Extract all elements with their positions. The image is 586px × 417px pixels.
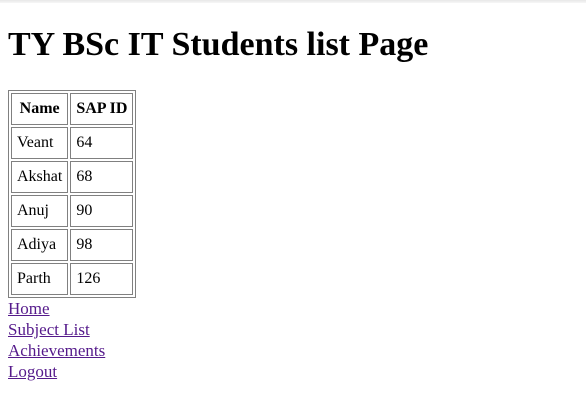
table-row: Parth 126 [11,263,134,295]
achievements-link[interactable]: Achievements [8,340,105,361]
student-name-cell: Anuj [11,195,69,227]
table-row: Adiya 98 [11,229,134,261]
page-title: TY BSc IT Students list Page [8,26,429,63]
table-row: Akshat 68 [11,161,134,193]
student-sap-id-cell: 64 [70,127,134,159]
navigation-links: Home Subject List Achievements Logout [8,298,578,382]
student-sap-id-cell: 90 [70,195,134,227]
student-sap-id-cell: 68 [70,161,134,193]
subject-list-link[interactable]: Subject List [8,319,90,340]
table-row: Veant 64 [11,127,134,159]
logout-link[interactable]: Logout [8,361,57,382]
home-link[interactable]: Home [8,298,50,319]
table-header-row: Name SAP ID [11,93,134,125]
students-table: Name SAP ID Veant 64 Akshat 68 Anuj 90 A… [8,90,137,298]
column-header-sap-id: SAP ID [70,93,134,125]
column-header-name: Name [11,93,69,125]
student-name-cell: Akshat [11,161,69,193]
page-content: TY BSc IT Students list Page Name SAP ID… [8,0,578,382]
table-row: Anuj 90 [11,195,134,227]
student-name-cell: Parth [11,263,69,295]
student-sap-id-cell: 126 [70,263,134,295]
student-name-cell: Veant [11,127,69,159]
student-name-cell: Adiya [11,229,69,261]
student-sap-id-cell: 98 [70,229,134,261]
